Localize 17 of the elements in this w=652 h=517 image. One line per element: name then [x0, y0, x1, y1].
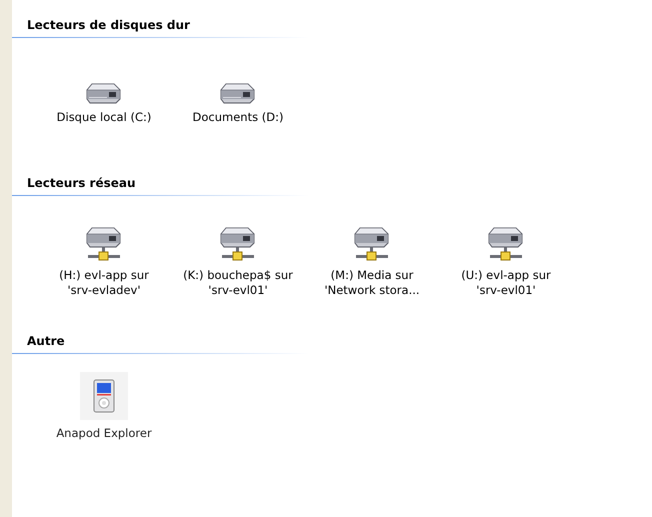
hard-drive-icon — [220, 82, 256, 104]
drive-label[interactable]: (H:) evl-app sur 'srv-evladev' — [59, 268, 149, 298]
drive-label[interactable]: (U:) evl-app sur 'srv-evl01' — [461, 268, 551, 298]
section-heading: Lecteurs réseau — [26, 175, 137, 192]
drive-label[interactable]: (M:) Media sur 'Network stora... — [324, 268, 420, 298]
drive-label[interactable]: (K:) bouchepa$ sur 'srv-evl01' — [183, 268, 293, 298]
network-drive-icon — [488, 226, 524, 262]
hard-drive-icon — [86, 82, 122, 104]
network-drive-icon — [86, 226, 122, 262]
music-player-icon — [80, 372, 128, 420]
section-heading: Autre — [26, 333, 66, 350]
network-drive-icon — [354, 226, 390, 262]
section-heading: Lecteurs de disques dur — [26, 17, 191, 34]
drive-label[interactable]: Documents (D:) — [192, 110, 284, 125]
drive-label[interactable]: Anapod Explorer — [56, 426, 152, 441]
network-drive-icon — [220, 226, 256, 262]
drive-label[interactable]: Disque local (C:) — [56, 110, 152, 125]
